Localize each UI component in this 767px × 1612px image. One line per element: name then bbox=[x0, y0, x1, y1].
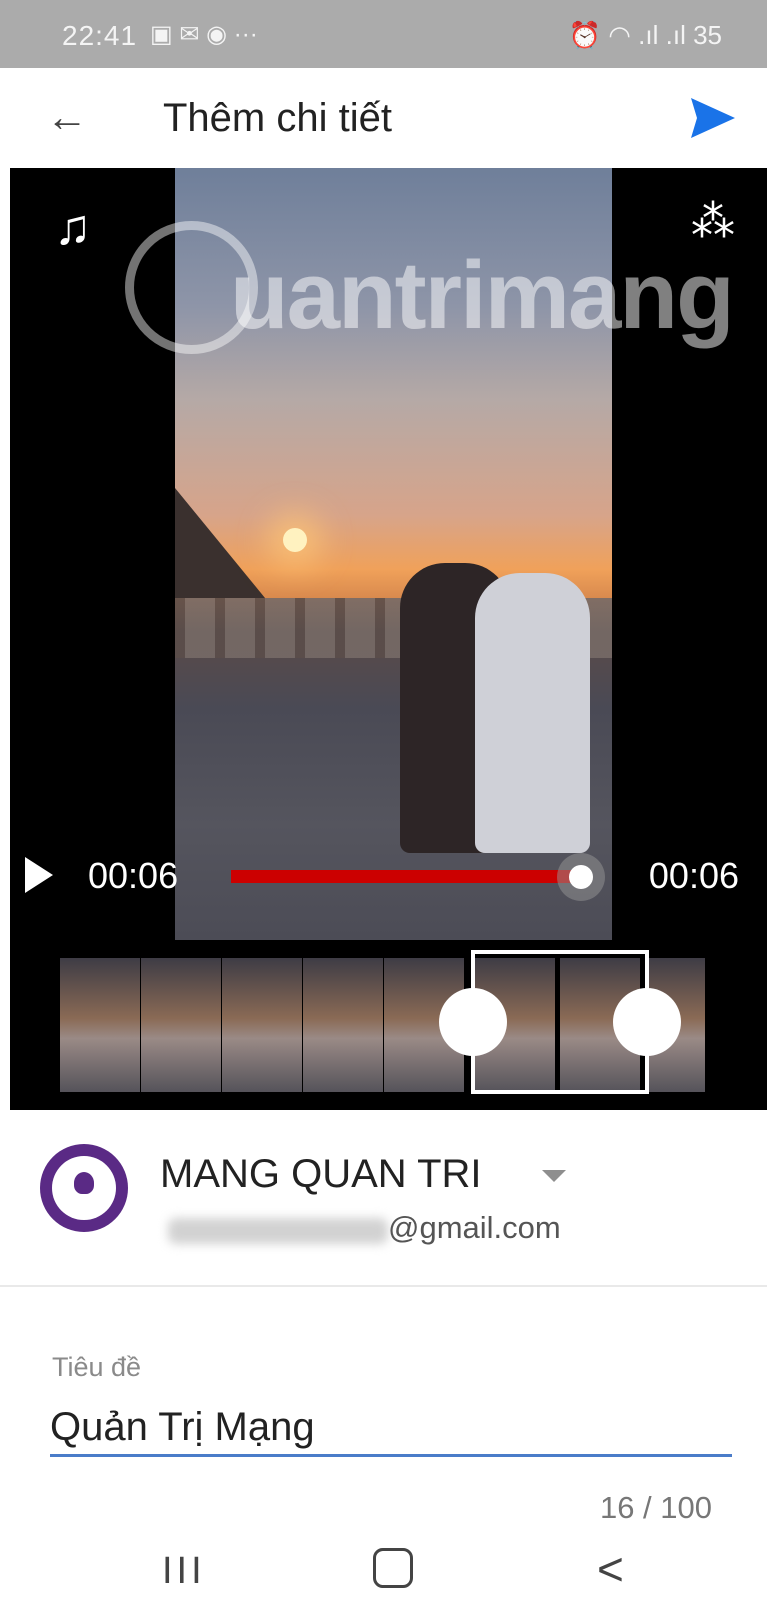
music-icon[interactable]: ♫ bbox=[54, 198, 92, 256]
email-redacted bbox=[168, 1218, 388, 1244]
watermark: uantrimang bbox=[125, 216, 735, 366]
play-icon[interactable] bbox=[25, 857, 53, 893]
timeline-thumbnail bbox=[141, 958, 221, 1092]
page-title: Thêm chi tiết bbox=[163, 96, 392, 140]
avatar-logo bbox=[52, 1156, 116, 1220]
title-field: Tiêu đề 16 / 100 bbox=[0, 1330, 767, 1530]
video-preview[interactable]: uantrimang ♫ ⁂ 00:06 00:06 bbox=[10, 168, 767, 1110]
back-arrow-icon[interactable]: ← bbox=[46, 96, 88, 138]
title-label: Tiêu đề bbox=[52, 1352, 142, 1382]
progress-knob[interactable] bbox=[557, 853, 605, 901]
trim-timeline[interactable] bbox=[60, 950, 710, 1094]
recents-icon[interactable]: III bbox=[162, 1550, 206, 1593]
lightbulb-icon bbox=[74, 1172, 94, 1194]
nav-back-icon[interactable]: < bbox=[597, 1542, 624, 1596]
send-icon[interactable] bbox=[689, 96, 737, 145]
system-indicators: ⏰ ◠ .ıl .ıl 35 bbox=[568, 20, 722, 50]
timeline-thumbnail bbox=[60, 958, 140, 1092]
app-bar: ← Thêm chi tiết bbox=[0, 68, 767, 168]
notification-icons: ▣ ✉ ◉ ··· bbox=[150, 21, 258, 48]
duration-time: 00:06 bbox=[648, 855, 739, 896]
dropdown-caret-icon[interactable] bbox=[542, 1170, 566, 1182]
playback-controls: 00:06 00:06 bbox=[10, 851, 767, 911]
current-time: 00:06 bbox=[88, 855, 179, 896]
person-silhouette bbox=[475, 573, 590, 853]
status-time: 22:41 bbox=[62, 20, 138, 51]
timeline-thumbnail bbox=[303, 958, 383, 1092]
account-name: MANG QUAN TRI bbox=[160, 1152, 482, 1196]
system-nav-bar: III < bbox=[0, 1530, 767, 1612]
progress-bar[interactable] bbox=[231, 870, 577, 883]
account-selector[interactable]: MANG QUAN TRI @gmail.com bbox=[0, 1110, 767, 1287]
hill-shape bbox=[175, 488, 265, 598]
sun-glow bbox=[283, 528, 307, 552]
title-input[interactable] bbox=[50, 1400, 732, 1457]
trim-end-handle[interactable] bbox=[613, 988, 681, 1056]
avatar bbox=[40, 1144, 128, 1232]
account-email: @gmail.com bbox=[388, 1210, 561, 1245]
trim-start-handle[interactable] bbox=[439, 988, 507, 1056]
timeline-thumbnail bbox=[222, 958, 302, 1092]
magic-wand-icon[interactable]: ⁂ bbox=[691, 196, 735, 247]
home-icon[interactable] bbox=[373, 1548, 413, 1588]
watermark-text: uantrimang bbox=[230, 242, 735, 349]
character-counter: 16 / 100 bbox=[599, 1490, 712, 1525]
status-bar: 22:41 ▣ ✉ ◉ ··· ⏰ ◠ .ıl .ıl 35 bbox=[0, 0, 767, 68]
